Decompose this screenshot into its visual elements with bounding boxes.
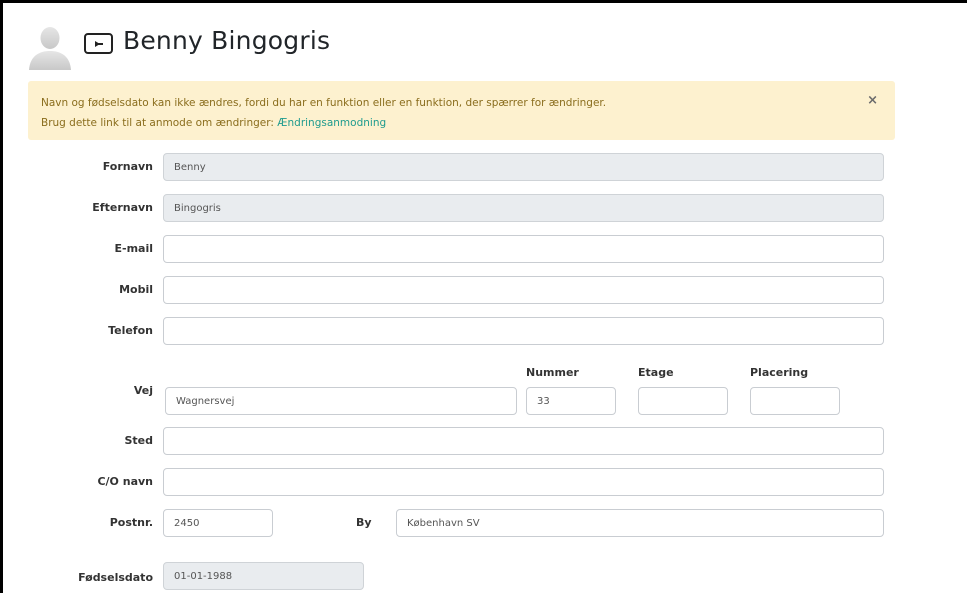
foedselsdato-label: Fødselsdato [78, 571, 153, 584]
mobil-label: Mobil [119, 283, 153, 296]
postnr-field[interactable] [163, 509, 273, 537]
etage-label: Etage [638, 366, 674, 379]
telefon-field[interactable] [163, 317, 884, 345]
mobil-field[interactable] [163, 276, 884, 304]
email-field[interactable] [163, 235, 884, 263]
user-avatar-icon [26, 22, 76, 72]
page-title: Benny Bingogris [123, 26, 331, 55]
efternavn-label: Efternavn [92, 201, 153, 214]
alert-link-line: Brug dette link til at anmode om ændring… [41, 113, 882, 133]
window-border-left [0, 0, 3, 593]
close-icon[interactable]: × [867, 91, 878, 111]
id-card-icon[interactable] [84, 33, 113, 54]
placering-label: Placering [750, 366, 809, 379]
sted-label: Sted [124, 434, 153, 447]
co-navn-label: C/O navn [97, 475, 153, 488]
by-field[interactable] [396, 509, 884, 537]
postnr-label: Postnr. [109, 516, 153, 529]
alert-link-prefix: Brug dette link til at anmode om ændring… [41, 117, 278, 129]
placering-field[interactable] [750, 387, 840, 415]
vej-label: Vej [133, 384, 153, 397]
warning-alert: Navn og fødselsdato kan ikke ændres, for… [28, 81, 895, 140]
nummer-field[interactable] [526, 387, 616, 415]
foedselsdato-field[interactable] [163, 562, 364, 590]
email-label: E-mail [114, 242, 153, 255]
vej-field[interactable] [165, 387, 517, 415]
efternavn-field[interactable] [163, 194, 884, 222]
change-request-link[interactable]: Ændringsanmodning [277, 117, 386, 129]
nummer-label: Nummer [526, 366, 579, 379]
telefon-label: Telefon [108, 324, 153, 337]
window-border-top [0, 0, 967, 3]
co-navn-field[interactable] [163, 468, 884, 496]
fornavn-label: Fornavn [102, 160, 153, 173]
fornavn-field[interactable] [163, 153, 884, 181]
alert-message: Navn og fødselsdato kan ikke ændres, for… [41, 97, 607, 109]
by-label: By [356, 516, 372, 529]
etage-field[interactable] [638, 387, 728, 415]
sted-field[interactable] [163, 427, 884, 455]
